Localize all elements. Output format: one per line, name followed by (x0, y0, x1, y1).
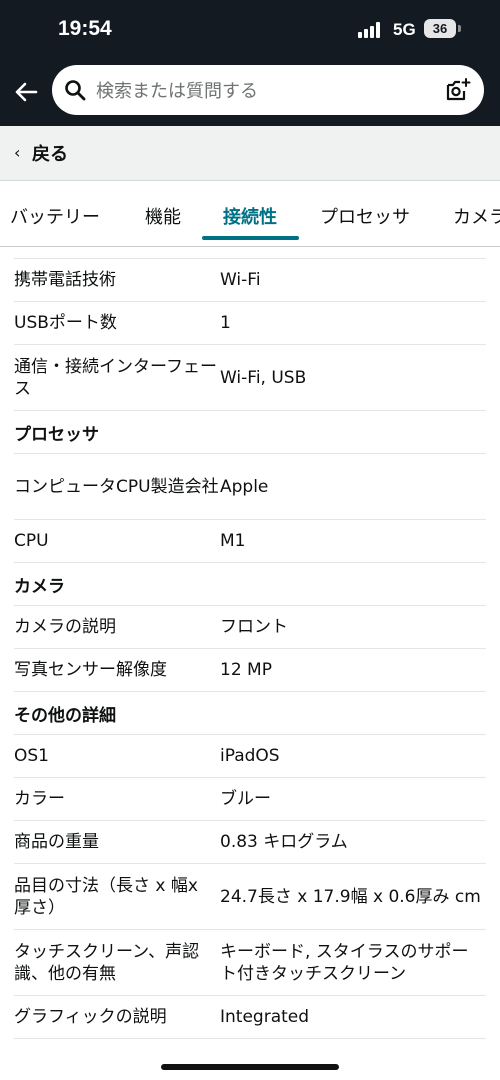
spec-value: ブルー (220, 789, 271, 809)
spec-key: コンピュータCPU製造会社 (14, 476, 219, 497)
spec-key: タッチスクリーン、声認識、他の有無 (14, 941, 200, 984)
spec-value: Apple (220, 476, 269, 497)
spec-key: 品目の寸法（長さ x 幅x 厚さ） (14, 875, 198, 918)
tab-camera[interactable]: カメラ (453, 203, 500, 229)
tab-processor[interactable]: プロセッサ (320, 203, 410, 229)
spec-value: M1 (220, 531, 246, 551)
spec-row: 商品の重量 0.83 キログラム (14, 821, 486, 864)
spec-value: 24.7長さ x 17.9幅 x 0.6厚み cm (220, 886, 481, 907)
spec-row: CPU M1 (14, 520, 486, 563)
cellular-signal-icon (358, 22, 384, 38)
spec-key: カメラの説明 (14, 617, 116, 637)
search-header (0, 62, 500, 126)
spec-row: 通信・接続インターフェース Wi-Fi, USB (14, 345, 486, 411)
spec-row: USBポート数 1 (14, 302, 486, 345)
spec-row: 写真センサー解像度 12 MP (14, 649, 486, 692)
spec-key: 商品の重量 (14, 832, 99, 852)
spec-value: フロント (220, 617, 288, 637)
spec-row: 携帯電話技術 Wi-Fi (14, 259, 486, 302)
back-bar[interactable]: ‹ 戻る (0, 126, 500, 181)
status-bar: 19:54 5G 36 (0, 0, 500, 62)
back-arrow-icon[interactable] (12, 78, 40, 106)
spec-value: Wi-Fi (220, 270, 261, 290)
spec-key: OS1 (14, 746, 49, 766)
section-heading: その他の詳細 (14, 692, 486, 735)
clock: 19:54 (58, 17, 112, 40)
spec-key: グラフィックの説明 (14, 1007, 167, 1027)
spec-row: 品目の寸法（長さ x 幅x 厚さ） 24.7長さ x 17.9幅 x 0.6厚み … (14, 864, 486, 930)
search-input[interactable] (94, 73, 428, 109)
back-link[interactable]: 戻る (32, 140, 68, 166)
spec-key: 通信・接続インターフェース (14, 356, 217, 399)
active-tab-indicator (202, 236, 299, 240)
spec-row: タッチスクリーン、声認識、他の有無 キーボード, スタイラスのサポート付きタッチス… (14, 930, 486, 996)
spec-value: キーボード, スタイラスのサポート付きタッチスクリーン (220, 941, 469, 984)
spec-key: USBポート数 (14, 313, 117, 333)
spec-row: コンピュータCPU製造会社 Apple (14, 454, 486, 520)
network-type: 5G (393, 20, 416, 39)
spec-row: OS1 iPadOS (14, 735, 486, 778)
battery-icon: 36 (424, 19, 456, 38)
spec-row: グラフィックの説明 Integrated (14, 996, 486, 1039)
spec-key: 写真センサー解像度 (14, 660, 167, 680)
battery-cap (458, 25, 461, 32)
tab-features[interactable]: 機能 (145, 203, 181, 229)
spec-value: 0.83 キログラム (220, 832, 348, 852)
spec-value: iPadOS (220, 746, 280, 766)
section-heading: プロセッサ (14, 411, 486, 454)
search-icon (65, 80, 86, 101)
search-box[interactable] (52, 65, 484, 115)
spec-value: Integrated (220, 1007, 310, 1027)
home-indicator (161, 1064, 339, 1070)
spec-row: カラー ブルー (14, 778, 486, 821)
camera-search-icon[interactable] (444, 76, 472, 104)
section-heading: カメラ (14, 563, 486, 606)
spec-value: 12 MP (220, 660, 272, 680)
spec-key: CPU (14, 531, 49, 551)
spec-key: 携帯電話技術 (14, 270, 116, 290)
spec-row: カメラの説明 フロント (14, 606, 486, 649)
spec-value: 1 (220, 313, 231, 333)
chevron-left-icon: ‹ (14, 143, 21, 162)
spec-value: Wi-Fi, USB (220, 367, 307, 388)
tab-battery[interactable]: バッテリー (10, 203, 100, 229)
tab-connectivity[interactable]: 接続性 (223, 203, 277, 229)
spec-table: 携帯電話技術 Wi-Fi USBポート数 1 通信・接続インターフェース Wi-Fi, U… (14, 258, 486, 1039)
spec-tabs: バッテリー 機能 接続性 プロセッサ カメラ (0, 181, 500, 247)
spec-key: カラー (14, 789, 65, 809)
